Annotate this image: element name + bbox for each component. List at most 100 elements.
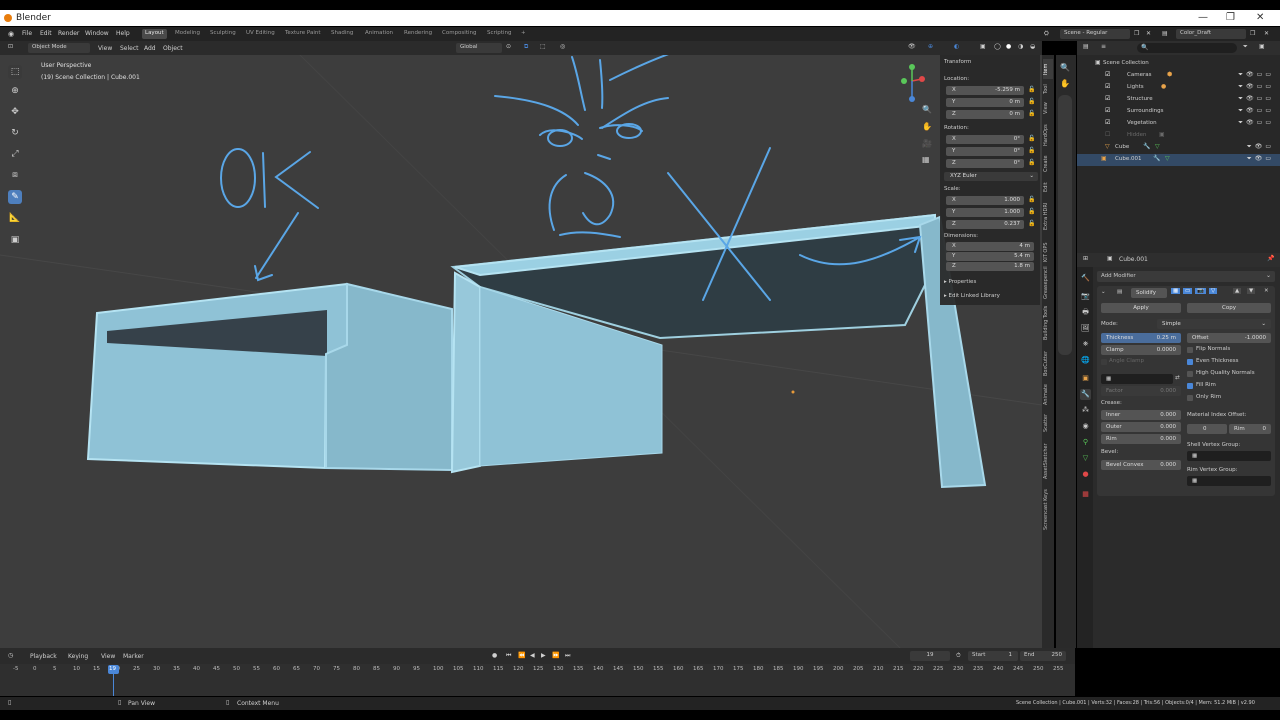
apply-button[interactable]: Apply: [1101, 303, 1181, 313]
rotation-z-field[interactable]: Z 0°: [946, 159, 1024, 168]
shell-vertex-group-field[interactable]: ▦: [1187, 451, 1271, 461]
object-tab-icon[interactable]: ▣: [1080, 373, 1091, 384]
pin-icon[interactable]: 📌: [1267, 255, 1274, 262]
menu-file[interactable]: File: [22, 30, 32, 37]
particles-tab-icon[interactable]: ⁂: [1080, 405, 1091, 416]
tab-animation[interactable]: Animation: [362, 29, 396, 39]
vp-menu-add[interactable]: Add: [144, 45, 156, 52]
menu-help[interactable]: Help: [116, 30, 130, 37]
render-tab-icon[interactable]: 📷: [1080, 291, 1091, 302]
tab-modeling[interactable]: Modeling: [172, 29, 203, 39]
visibility-toggles-icon[interactable]: ⏷👁▭▭: [1238, 71, 1274, 79]
mode-selector[interactable]: Simple ⌄: [1157, 319, 1271, 329]
lock-icon[interactable]: 🔓: [1028, 98, 1035, 105]
outliner-item-cameras[interactable]: ☑ Cameras ⬢ ⏷👁▭▭: [1077, 70, 1280, 82]
invert-icon[interactable]: ⇄: [1175, 375, 1180, 381]
zoom-icon[interactable]: 🔍: [922, 105, 932, 114]
minimize-button[interactable]: —: [1198, 12, 1208, 23]
timeline-menu-marker[interactable]: Marker: [123, 653, 144, 660]
material-offset-field[interactable]: 0: [1187, 424, 1227, 434]
properties-subpanel[interactable]: ▸ Properties: [944, 279, 976, 285]
data-tab-icon[interactable]: ▽: [1080, 453, 1091, 464]
offset-field[interactable]: Offset -1.0000: [1187, 333, 1271, 343]
zoom-icon[interactable]: 🔍: [1060, 63, 1070, 72]
tab-greasepencil[interactable]: Greasepencil: [1043, 266, 1053, 299]
next-keyframe-icon[interactable]: ⏩: [552, 652, 559, 659]
snap-icon[interactable]: ⧉: [524, 43, 528, 51]
scale-z-field[interactable]: Z 0.237: [946, 220, 1024, 229]
rim-vertex-group-field[interactable]: ▦: [1187, 476, 1271, 486]
record-icon[interactable]: ●: [492, 652, 497, 659]
measure-tool[interactable]: 📐: [8, 211, 22, 225]
vertex-group-field[interactable]: ▦: [1101, 374, 1173, 384]
visibility-toggles-icon[interactable]: ⏷👁▭▭: [1238, 119, 1274, 127]
even-thickness-checkbox[interactable]: [1187, 359, 1193, 365]
vp-menu-object[interactable]: Object: [163, 45, 183, 52]
remove-modifier-icon[interactable]: ✕: [1264, 288, 1269, 294]
outliner-item-cube-001[interactable]: ▣ Cube.001 🔧 ▽ ⏷👁▭: [1077, 154, 1280, 166]
rotation-mode-selector[interactable]: XYZ Euler ⌄: [944, 172, 1038, 181]
shading-solid-icon[interactable]: ●: [1006, 43, 1011, 50]
render-toggle-icon[interactable]: 📷: [1195, 288, 1206, 294]
tab-sculpting[interactable]: Sculpting: [207, 29, 239, 39]
vp-menu-select[interactable]: Select: [120, 45, 139, 52]
shading-render-icon[interactable]: ◒: [1030, 43, 1035, 50]
location-z-field[interactable]: Z0 m: [946, 110, 1024, 119]
checkbox-icon[interactable]: ☑: [1105, 71, 1110, 78]
lock-icon[interactable]: 🔓: [1028, 196, 1035, 203]
oncage-toggle-icon[interactable]: ▽: [1209, 288, 1218, 294]
thickness-field[interactable]: Thickness 0.25 m: [1101, 333, 1181, 343]
prev-keyframe-icon[interactable]: ⏪: [518, 652, 525, 659]
outliner-root[interactable]: ▣ Scene Collection: [1077, 58, 1280, 70]
tab-rendering[interactable]: Rendering: [401, 29, 435, 39]
viewport-toggle-icon[interactable]: ▭: [1183, 288, 1193, 294]
timeline-menu-view[interactable]: View: [101, 653, 115, 660]
timeline-menu-playback[interactable]: Playback: [30, 653, 57, 660]
only-rim-checkbox[interactable]: [1187, 395, 1193, 401]
orientation-selector[interactable]: Global: [456, 43, 502, 53]
add-cube-tool[interactable]: ▣: [8, 233, 22, 247]
checkbox-icon[interactable]: ☑: [1105, 119, 1110, 126]
editmode-toggle-icon[interactable]: ▦: [1171, 288, 1181, 294]
edit-linked-library-subpanel[interactable]: ▸ Edit Linked Library: [944, 293, 1000, 299]
jump-end-icon[interactable]: ⏭: [565, 652, 570, 660]
dimension-x-field[interactable]: X4 m: [946, 242, 1034, 251]
lock-icon[interactable]: 🔓: [1028, 208, 1035, 215]
outliner-item-cube[interactable]: ▽ Cube 🔧 ▽ ⏷👁▭: [1077, 142, 1280, 154]
timeline[interactable]: -505101519202530354045505560657075808590…: [0, 664, 1075, 696]
fill-rim-checkbox[interactable]: [1187, 383, 1193, 389]
view-layer-selector[interactable]: Color_Draft: [1176, 29, 1246, 39]
checkbox-icon[interactable]: ☐: [1105, 131, 1110, 138]
tab-kit-ops[interactable]: KIT OPS: [1043, 237, 1053, 267]
scale-tool[interactable]: ⤢: [8, 147, 22, 161]
move-up-icon[interactable]: ▲: [1233, 288, 1242, 294]
gizmo-icon[interactable]: ⊕: [928, 43, 933, 50]
angle-clamp-checkbox[interactable]: [1101, 359, 1107, 365]
current-frame-field[interactable]: 19: [910, 651, 950, 661]
tab-layout[interactable]: Layout: [142, 29, 167, 39]
jump-start-icon[interactable]: ⏮: [506, 652, 511, 660]
shading-wire-icon[interactable]: ◯: [994, 43, 1001, 50]
annotate-tool[interactable]: ✎: [8, 190, 22, 204]
factor-field[interactable]: Factor 0.000: [1101, 386, 1181, 396]
play-reverse-icon[interactable]: ◀: [530, 652, 535, 659]
timeline-menu-keying[interactable]: Keying: [68, 653, 88, 660]
mode-selector[interactable]: Object Mode: [28, 43, 90, 53]
tab-compositing[interactable]: Compositing: [439, 29, 479, 39]
tab-view[interactable]: View: [1043, 99, 1053, 117]
add-workspace-button[interactable]: +: [518, 29, 529, 39]
outliner-item-lights[interactable]: ☑ Lights ● ⏷👁▭▭: [1077, 82, 1280, 94]
camera-view-icon[interactable]: 🎥: [922, 139, 932, 148]
tab-assetsketcher[interactable]: AssetSketcher: [1043, 439, 1053, 483]
end-frame-field[interactable]: End 250: [1020, 651, 1066, 661]
mesh-left-block[interactable]: [86, 282, 348, 470]
collapse-icon[interactable]: ⌄: [1101, 289, 1106, 295]
move-tool[interactable]: ✥: [8, 105, 22, 119]
tab-scripting[interactable]: Scripting: [484, 29, 514, 39]
location-x-field[interactable]: X -5.259 m: [946, 86, 1024, 95]
scale-x-field[interactable]: X 1.000: [946, 196, 1024, 205]
cursor-tool[interactable]: ⊕: [8, 84, 22, 98]
menu-edit[interactable]: Edit: [40, 30, 52, 37]
visibility-toggles-icon[interactable]: ⏷👁▭: [1247, 155, 1274, 163]
constraints-tab-icon[interactable]: ⚲: [1080, 437, 1091, 448]
